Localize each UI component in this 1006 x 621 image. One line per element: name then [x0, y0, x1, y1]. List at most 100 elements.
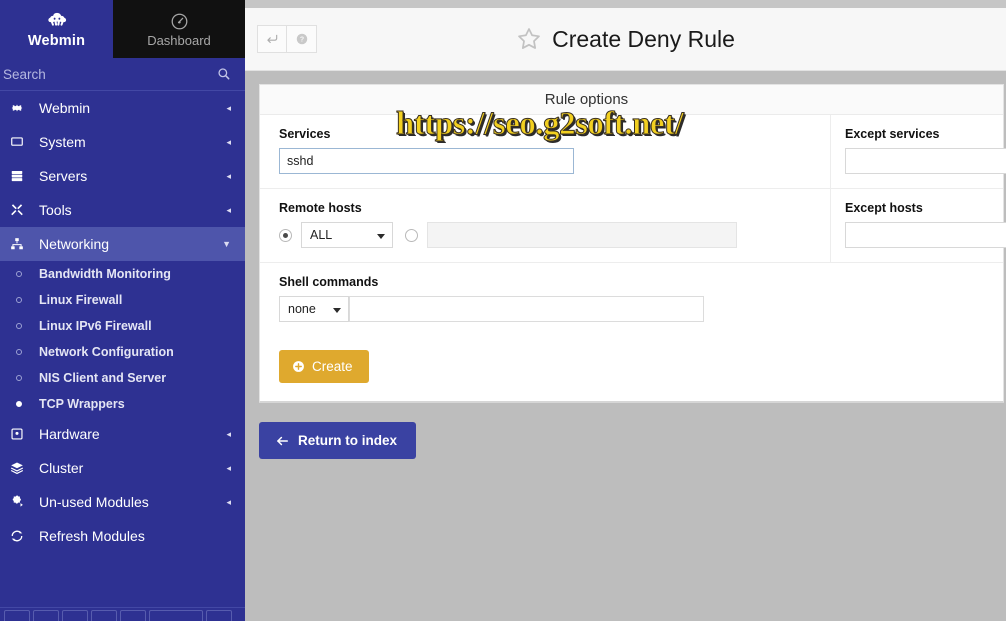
remote-hosts-custom-radio[interactable] — [405, 228, 418, 242]
sidebar-item-label: Refresh Modules — [39, 528, 145, 544]
sidebar-brand-row: Webmin Dashboard — [0, 0, 245, 58]
rule-options-card: Rule options Services Except services Re… — [259, 84, 1006, 403]
sidebar-item-label: Hardware — [39, 426, 100, 442]
footer-button[interactable] — [62, 610, 88, 621]
speedometer-icon — [170, 12, 189, 33]
back-button[interactable] — [257, 25, 287, 53]
shell-commands-select[interactable]: none — [279, 296, 349, 322]
sidebar-footer-toolbar — [0, 607, 245, 621]
sidebar-item-cluster[interactable]: Cluster ◂ — [0, 451, 245, 485]
chevron-left-icon: ◂ — [226, 496, 231, 507]
sidebar-item-servers[interactable]: Servers ◂ — [0, 159, 245, 193]
sidebar-subitem-nis-client-and-server[interactable]: NIS Client and Server — [0, 365, 245, 391]
search-input[interactable] — [1, 65, 217, 83]
server-icon — [10, 169, 30, 183]
bullet-icon — [16, 375, 22, 381]
help-circle-icon: ? — [295, 32, 309, 46]
sidebar-item-system[interactable]: System ◂ — [0, 125, 245, 159]
chevron-left-icon: ◂ — [226, 428, 231, 439]
sidebar-item-label: System — [39, 134, 86, 150]
footer-button[interactable] — [206, 610, 232, 621]
network-icon — [10, 237, 30, 251]
footer-button[interactable] — [149, 610, 203, 621]
chevron-left-icon: ◂ — [226, 462, 231, 473]
puzzle-icon — [10, 495, 30, 509]
except-services-input[interactable] — [845, 148, 1006, 174]
refresh-icon — [10, 529, 30, 543]
help-button[interactable]: ? — [287, 25, 317, 53]
svg-text:?: ? — [299, 37, 303, 44]
sidebar-subitem-network-configuration[interactable]: Network Configuration — [0, 339, 245, 365]
tools-icon — [10, 203, 30, 217]
webmin-brand[interactable]: Webmin — [0, 0, 113, 58]
except-services-label: Except services — [845, 127, 940, 141]
sidebar-item-tools[interactable]: Tools ◂ — [0, 193, 245, 227]
return-arrow-icon — [265, 32, 279, 46]
remote-hosts-label: Remote hosts — [279, 201, 362, 215]
remote-hosts-cell: Remote hosts ALL — [260, 189, 830, 262]
shell-commands-label: Shell commands — [279, 275, 379, 289]
sidebar-search[interactable] — [0, 58, 245, 91]
remote-hosts-controls: ALL — [279, 222, 814, 248]
sidebar-item-networking[interactable]: Networking ▼ — [0, 227, 245, 261]
star-outline-icon[interactable] — [516, 26, 542, 52]
return-to-index-button[interactable]: Return to index — [259, 422, 417, 459]
services-input[interactable] — [279, 148, 574, 174]
sidebar-subitem-label: Linux IPv6 Firewall — [39, 319, 152, 333]
remote-hosts-select-value: ALL — [310, 228, 333, 242]
sidebar-item-webmin[interactable]: Webmin ◂ — [0, 91, 245, 125]
except-services-cell: Except services — [830, 115, 1006, 188]
sidebar-item-label: Networking — [39, 236, 110, 252]
sidebar-item-refresh-modules[interactable]: Refresh Modules — [0, 519, 245, 553]
bullet-icon — [16, 297, 22, 303]
page-title: Create Deny Rule — [552, 25, 735, 52]
remote-hosts-select[interactable]: ALL — [301, 222, 393, 248]
shell-commands-select-value: none — [288, 302, 316, 316]
remote-hosts-all-radio[interactable] — [279, 228, 292, 242]
main-content: ? Create Deny Rule Rule options Services — [245, 0, 1006, 621]
form-row-shell-commands: Shell commands none — [260, 263, 1003, 336]
sidebar-subitem-label: TCP Wrappers — [39, 397, 125, 411]
bullet-icon — [16, 401, 22, 407]
rule-form: Services Except services Remote hosts — [260, 115, 1006, 336]
except-hosts-input[interactable] — [845, 222, 1006, 248]
search-icon[interactable] — [217, 67, 231, 81]
create-button-label: Create — [312, 359, 353, 374]
chevron-left-icon: ◂ — [226, 204, 231, 215]
bullet-icon — [16, 271, 22, 277]
sidebar-subitem-bandwidth-monitoring[interactable]: Bandwidth Monitoring — [0, 261, 245, 287]
sidebar-subitem-label: NIS Client and Server — [39, 371, 167, 385]
except-hosts-cell: Except hosts — [830, 189, 1006, 262]
shell-commands-cell: Shell commands none — [260, 263, 1003, 336]
footer-button[interactable] — [120, 610, 146, 621]
chevron-left-icon: ◂ — [226, 136, 231, 147]
form-row-services: Services Except services — [260, 115, 1006, 189]
sidebar-item-hardware[interactable]: Hardware ◂ — [0, 417, 245, 451]
gear-icon — [10, 101, 30, 115]
tab-dashboard[interactable]: Dashboard — [113, 0, 245, 58]
remote-hosts-custom-input[interactable] — [427, 222, 737, 248]
footer-button[interactable] — [91, 610, 117, 621]
form-row-remote-hosts: Remote hosts ALL Except hosts — [260, 189, 1006, 263]
return-to-index-label: Return to index — [298, 433, 398, 448]
page-title-group: Create Deny Rule — [245, 26, 1006, 53]
monitor-icon — [10, 135, 30, 149]
header-nav-buttons: ? — [257, 25, 317, 53]
services-label: Services — [279, 127, 331, 141]
create-button[interactable]: Create — [279, 350, 369, 383]
bullet-icon — [16, 349, 22, 355]
sidebar: Webmin Dashboard Webmin ◂ — [0, 0, 245, 621]
sidebar-subitem-linux-firewall[interactable]: Linux Firewall — [0, 287, 245, 313]
top-strip — [245, 0, 1006, 8]
sidebar-item-label: Webmin — [39, 100, 91, 116]
card-heading: Rule options — [260, 85, 1003, 115]
chevron-left-icon: ◂ — [226, 102, 231, 113]
sidebar-menu: Webmin ◂ System ◂ Servers ◂ Tools ◂ Netw… — [0, 91, 245, 553]
footer-button[interactable] — [33, 610, 59, 621]
sidebar-subitem-linux-ipv6-firewall[interactable]: Linux IPv6 Firewall — [0, 313, 245, 339]
sidebar-item-label: Tools — [39, 202, 72, 218]
shell-commands-input[interactable] — [349, 296, 704, 322]
sidebar-subitem-tcp-wrappers[interactable]: TCP Wrappers — [0, 391, 245, 417]
footer-button[interactable] — [4, 610, 30, 621]
sidebar-item-un-used-modules[interactable]: Un-used Modules ◂ — [0, 485, 245, 519]
